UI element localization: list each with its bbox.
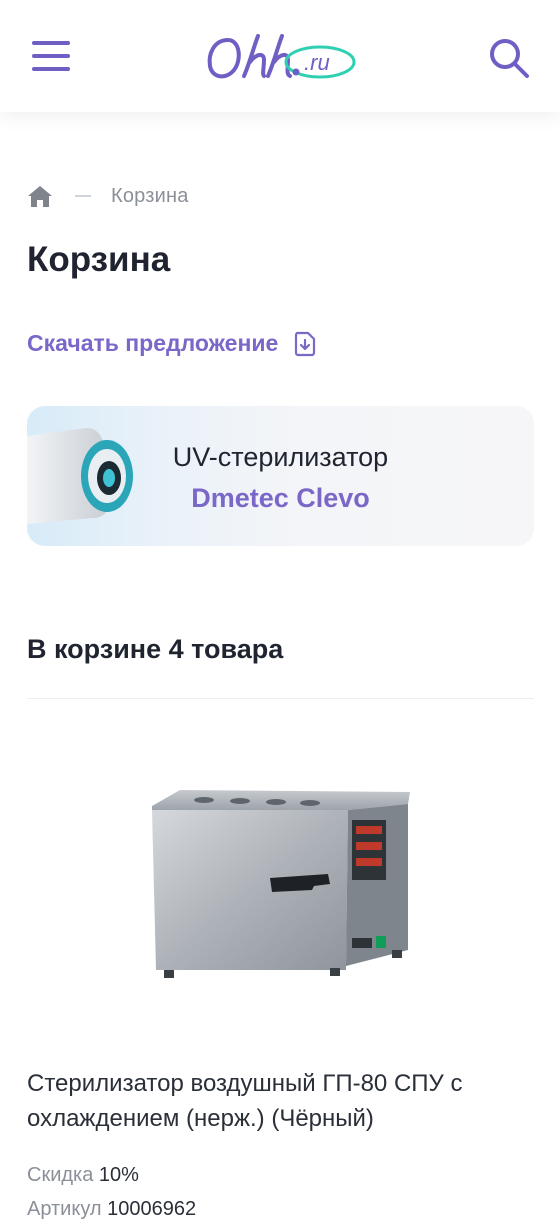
product-name[interactable]: Стерилизатор воздушный ГП-80 СПУ с охлаж… [27,1066,527,1136]
download-document-icon [295,331,316,356]
search-icon[interactable] [486,36,532,80]
discount-label: Скидка [27,1164,94,1186]
discount-value: 10% [98,1164,139,1186]
promo-line-1: UV-стерилизатор [172,442,389,472]
cart-count-heading: В корзине 4 товара [27,634,284,664]
site-header: .ru [0,0,560,112]
download-offer-label: Скачать предложение [27,330,279,356]
site-logo[interactable]: .ru [204,28,356,86]
breadcrumb-current: Корзина [111,184,189,207]
logo-domain: .ru [304,50,330,75]
product-discount: Скидка 10% [27,1164,139,1187]
page-title: Корзина [27,240,171,279]
home-icon[interactable] [27,184,53,208]
hamburger-menu-icon[interactable] [32,40,70,72]
sku-label: Артикул [27,1198,102,1220]
product-sku: Артикул 10006962 [27,1198,196,1221]
divider [27,698,534,699]
breadcrumb-separator [75,195,91,197]
product-image[interactable] [140,770,420,1040]
breadcrumb: Корзина [27,182,189,210]
uv-sterilizer-image [27,428,133,524]
promo-line-2: Dmetec Clevo [191,483,370,513]
promo-banner[interactable]: UV-стерилизатор Dmetec Clevo [27,406,534,546]
download-offer-link[interactable]: Скачать предложение [27,330,316,357]
sku-value: 10006962 [107,1198,197,1220]
